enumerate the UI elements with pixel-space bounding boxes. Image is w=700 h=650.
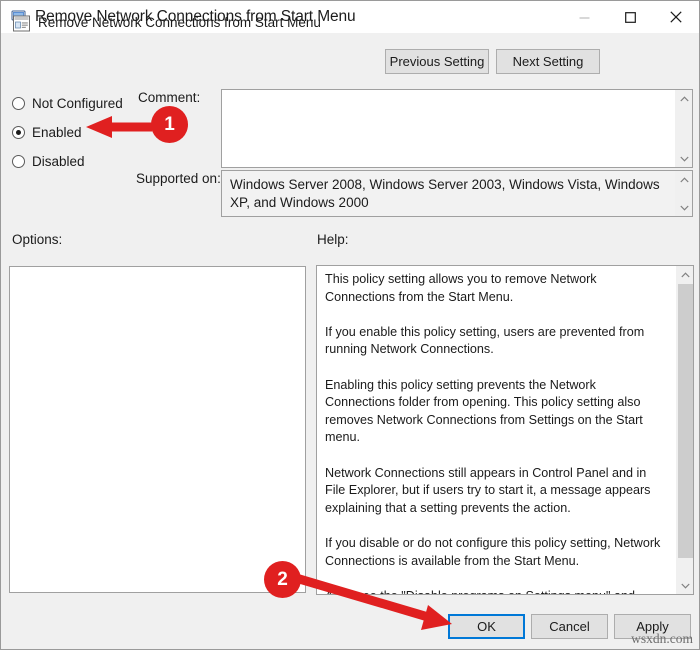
radio-label-disabled: Disabled [32,153,85,169]
help-scrollbar-thumb[interactable] [678,284,693,558]
ok-button[interactable]: OK [448,614,525,639]
supported-on-value: Windows Server 2008, Windows Server 2003… [230,177,660,210]
options-pane[interactable] [9,266,306,593]
radio-icon-not-configured [12,96,25,110]
window-controls [561,1,699,33]
radio-label-enabled: Enabled [32,124,82,140]
help-pane: This policy setting allows you to remove… [316,265,694,595]
watermark: wsxdn.com [631,631,693,646]
chevron-up-icon[interactable] [676,90,692,107]
options-label: Options: [12,232,63,247]
chevron-down-icon[interactable] [677,577,693,594]
radio-not-configured[interactable]: Not Configured [12,94,123,112]
annotation-badge-1: 1 [151,106,188,143]
maximize-icon[interactable] [607,1,653,33]
comment-input[interactable] [221,89,693,168]
minimize-icon[interactable] [561,1,607,33]
supported-on-field: Windows Server 2008, Windows Server 2003… [221,170,693,217]
supported-on-scrollbar[interactable] [675,171,692,216]
cancel-button[interactable]: Cancel [531,614,608,639]
policy-name: Remove Network Connections from Start Me… [38,15,321,30]
radio-icon-enabled [12,125,25,139]
close-icon[interactable] [653,1,699,33]
chevron-up-icon[interactable] [676,171,692,188]
radio-label-not-configured: Not Configured [32,95,123,111]
chevron-down-icon[interactable] [676,199,692,216]
previous-setting-button[interactable]: Previous Setting [385,49,489,74]
annotation-badge-2: 2 [264,561,301,598]
chevron-up-icon[interactable] [677,266,693,283]
next-setting-button[interactable]: Next Setting [496,49,600,74]
screenshot-root: Remove Network Connections from Start Me… [0,0,700,650]
help-scrollbar[interactable] [676,266,693,594]
radio-disabled[interactable]: Disabled [12,152,85,170]
help-text: This policy setting allows you to remove… [325,272,661,594]
comment-scrollbar[interactable] [675,90,692,167]
policy-setting-icon [12,14,31,33]
help-label: Help: [317,232,349,247]
chevron-down-icon[interactable] [676,150,692,167]
policy-setting-dialog: Remove Network Connections from Start Me… [0,0,700,650]
supported-on-label: Supported on: [136,171,221,186]
radio-enabled[interactable]: Enabled [12,123,82,141]
radio-icon-disabled [12,154,25,168]
comment-label: Comment: [138,90,201,105]
